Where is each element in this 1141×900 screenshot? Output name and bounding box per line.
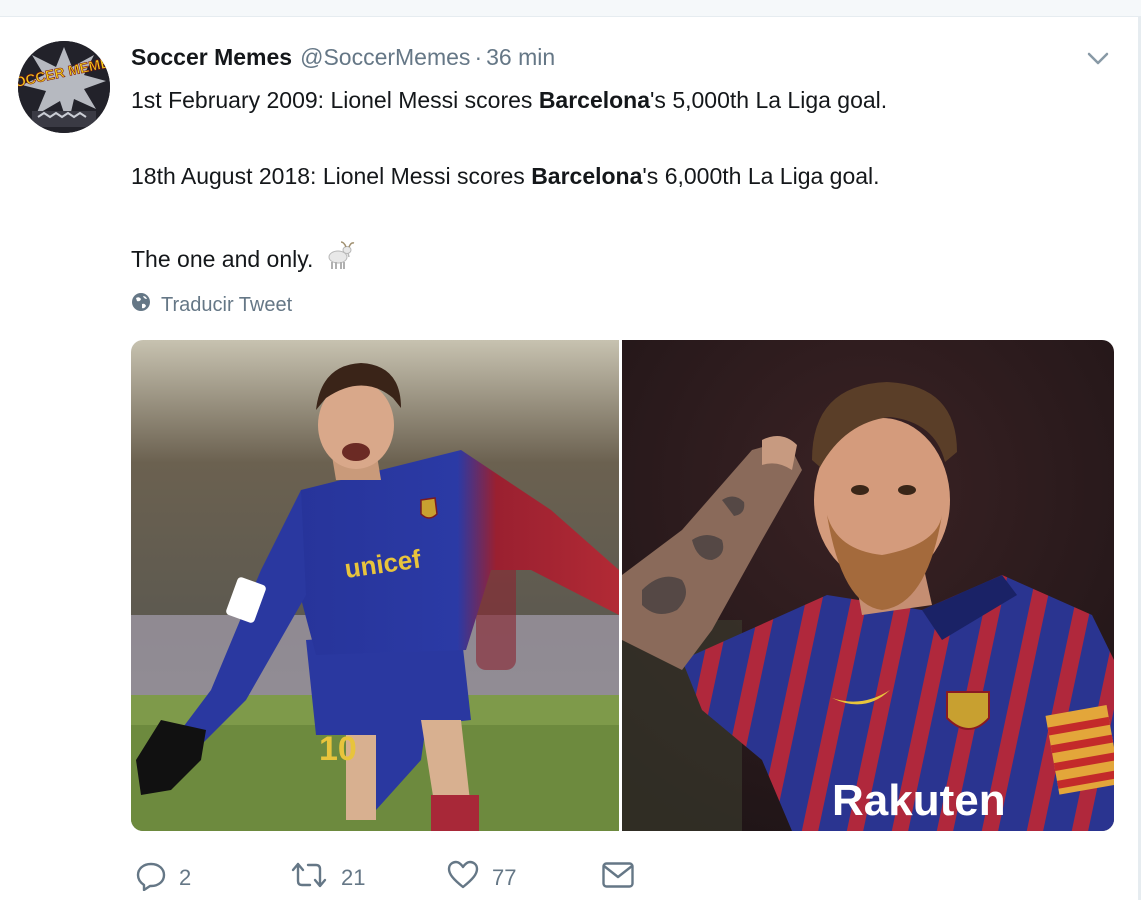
photo-messi-2018[interactable]: Rakuten (622, 340, 1114, 831)
separator-dot: · (474, 44, 483, 70)
direct-message-button[interactable] (601, 860, 635, 896)
retweet-button[interactable]: 21 (289, 860, 365, 896)
chevron-down-icon[interactable] (1084, 44, 1112, 72)
tweet-timestamp[interactable]: 36 min (486, 44, 555, 70)
translate-tweet-link[interactable]: Traducir Tweet (131, 291, 292, 319)
author-handle[interactable]: @SoccerMemes (300, 44, 470, 70)
translate-label: Traducir Tweet (161, 293, 293, 316)
heart-icon (446, 859, 480, 897)
tweet-actions: 2 21 77 (131, 860, 831, 896)
reply-icon (135, 859, 167, 897)
retweet-icon (289, 859, 329, 897)
text-segment: The one and only. (131, 246, 314, 272)
text-segment: 's 5,000th La Liga goal. (650, 87, 888, 113)
like-button[interactable]: 77 (446, 860, 516, 896)
goat-emoji (323, 239, 355, 278)
like-count: 77 (492, 865, 517, 890)
reply-count: 2 (179, 865, 192, 890)
tweet-text-line-1: 1st February 2009: Lionel Messi scores B… (131, 85, 887, 115)
reply-button[interactable]: 2 (135, 860, 191, 896)
tweet-text-line-3: The one and only. (131, 239, 355, 278)
media-grid: unicef 10 Rakuten (131, 340, 1114, 831)
photo-messi-2009[interactable]: unicef 10 (131, 340, 619, 831)
text-segment: 's 6,000th La Liga goal. (642, 163, 880, 189)
text-segment: 18th August 2018: Lionel Messi scores (131, 163, 532, 189)
shirt-sponsor-text: Rakuten (832, 776, 1006, 825)
shorts-number-text: 10 (319, 730, 357, 768)
highlighted-term: Barcelona (531, 163, 643, 189)
envelope-icon (601, 860, 635, 896)
highlighted-term: Barcelona (538, 87, 651, 113)
text-segment: 1st February 2009: Lionel Messi scores (131, 87, 539, 113)
timeline-top-border (0, 0, 1141, 17)
tweet-text-line-2: 18th August 2018: Lionel Messi scores Ba… (131, 161, 880, 191)
author-name[interactable]: Soccer Memes (131, 44, 292, 70)
avatar[interactable]: SOCCER MEMES (18, 41, 110, 133)
retweet-count: 21 (341, 865, 366, 890)
globe-icon (131, 292, 151, 318)
tweet-header: Soccer Memes @SoccerMemes · 36 min (131, 42, 555, 72)
